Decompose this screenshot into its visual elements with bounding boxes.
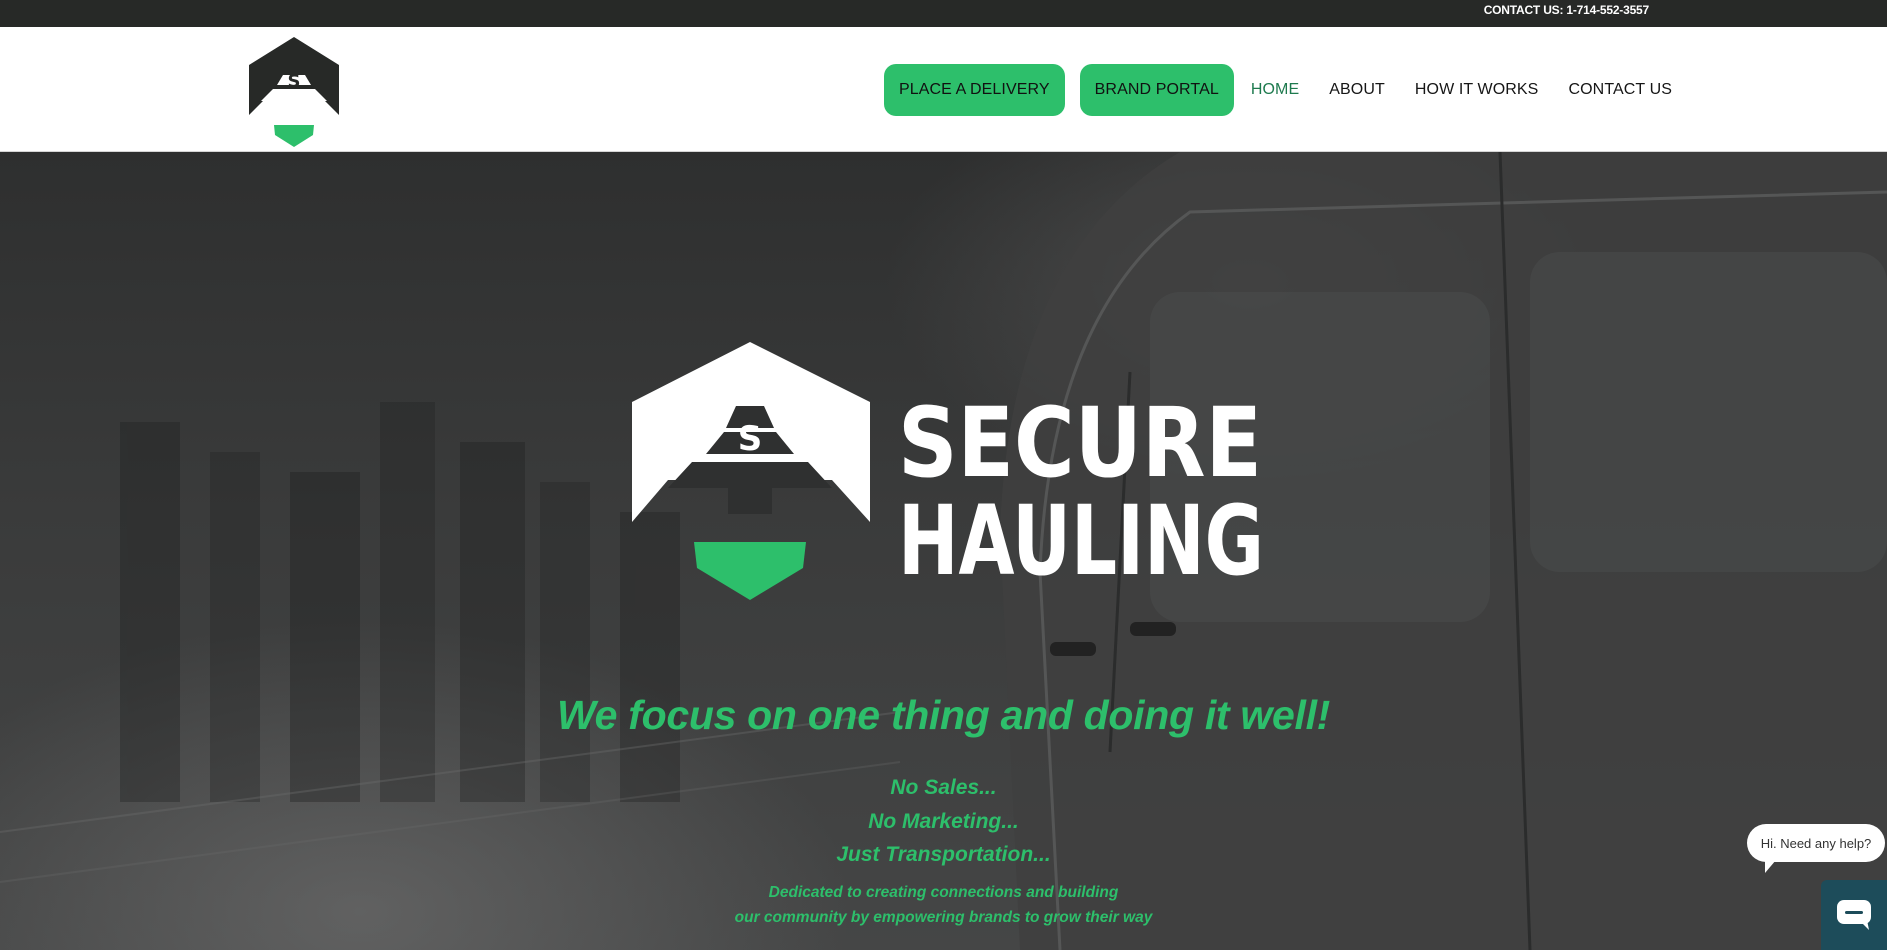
nav-home[interactable]: HOME (1251, 81, 1299, 99)
nav-about[interactable]: ABOUT (1329, 81, 1385, 99)
chat-icon (1837, 900, 1871, 930)
brand-line-secure: SECURE (898, 387, 1262, 499)
main-nav: PLACE A DELIVERY BRAND PORTAL HOME ABOUT… (883, 63, 1687, 117)
hero-tagline: We focus on one thing and doing it well! (556, 692, 1331, 738)
chat-greeting-bubble[interactable]: Hi. Need any help? (1747, 824, 1885, 862)
hero-section: S SECURE HAULING We focus on one thing a… (0, 152, 1887, 950)
chat-bubble-tail (1765, 860, 1776, 873)
chat-launcher-button[interactable] (1821, 880, 1887, 950)
secure-hauling-logo[interactable]: S (247, 37, 341, 147)
brand-portal-button[interactable]: BRAND PORTAL (1079, 64, 1234, 116)
hero-mission: Dedicated to creating connections and bu… (0, 880, 1887, 930)
mission-line-1: Dedicated to creating connections and bu… (768, 884, 1119, 901)
point-no-sales: No Sales... (890, 776, 997, 799)
top-contact-bar: CONTACT US: 1-714-552-3557 (0, 0, 1887, 27)
site-header: S PLACE A DELIVERY BRAND PORTAL HOME ABO… (0, 27, 1887, 152)
point-no-marketing: No Marketing... (868, 809, 1019, 833)
place-delivery-button[interactable]: PLACE A DELIVERY (883, 64, 1065, 116)
nav-how-it-works[interactable]: HOW IT WORKS (1415, 81, 1539, 99)
hero-points: No Sales... No Marketing... Just Transpo… (0, 771, 1887, 872)
contact-phone[interactable]: CONTACT US: 1-714-552-3557 (1484, 3, 1650, 17)
mission-line-2: our community by empowering brands to gr… (734, 909, 1153, 926)
svg-text:S: S (738, 419, 763, 459)
brand-line-hauling: HAULING (898, 485, 1264, 597)
secure-hauling-hero-logo: S SECURE HAULING (632, 342, 1264, 600)
svg-text:S: S (288, 71, 301, 92)
nav-contact-us[interactable]: CONTACT US (1568, 81, 1672, 99)
point-just-transportation: Just Transportation... (836, 843, 1051, 866)
